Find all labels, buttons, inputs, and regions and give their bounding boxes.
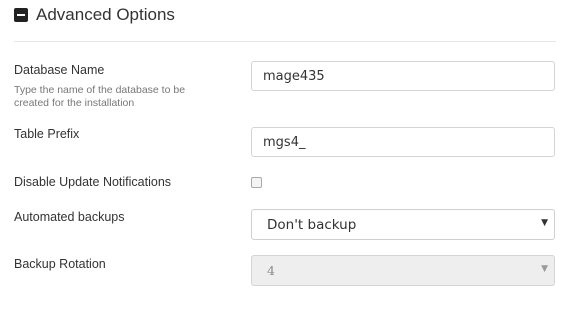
disable-updates-checkbox[interactable]: [251, 177, 262, 188]
backup-rotation-select: 4 ▼: [251, 255, 555, 286]
database-name-value: mage435: [263, 68, 325, 84]
database-name-input[interactable]: mage435: [251, 61, 555, 91]
backup-rotation-label: Backup Rotation: [14, 257, 106, 271]
automated-backups-select[interactable]: Don't backup ▼: [251, 209, 555, 240]
dropdown-arrow-icon: ▼: [541, 264, 548, 274]
automated-backups-label: Automated backups: [14, 210, 125, 224]
table-prefix-value: mgs4_: [263, 134, 306, 150]
disable-updates-label: Disable Update Notifications: [14, 175, 172, 189]
database-name-help: Type the name of the database to be crea…: [14, 84, 186, 109]
backup-rotation-value: 4: [267, 263, 275, 278]
database-name-label: Database Name: [14, 63, 105, 77]
section-divider: [14, 41, 556, 42]
table-prefix-input[interactable]: mgs4_: [251, 127, 555, 157]
advanced-options-header[interactable]: Advanced Options: [14, 4, 175, 26]
minus-square-icon[interactable]: [14, 8, 28, 22]
dropdown-arrow-icon: ▼: [541, 218, 548, 228]
automated-backups-value: Don't backup: [267, 216, 357, 233]
table-prefix-label: Table Prefix: [14, 127, 80, 141]
section-title: Advanced Options: [36, 5, 175, 24]
